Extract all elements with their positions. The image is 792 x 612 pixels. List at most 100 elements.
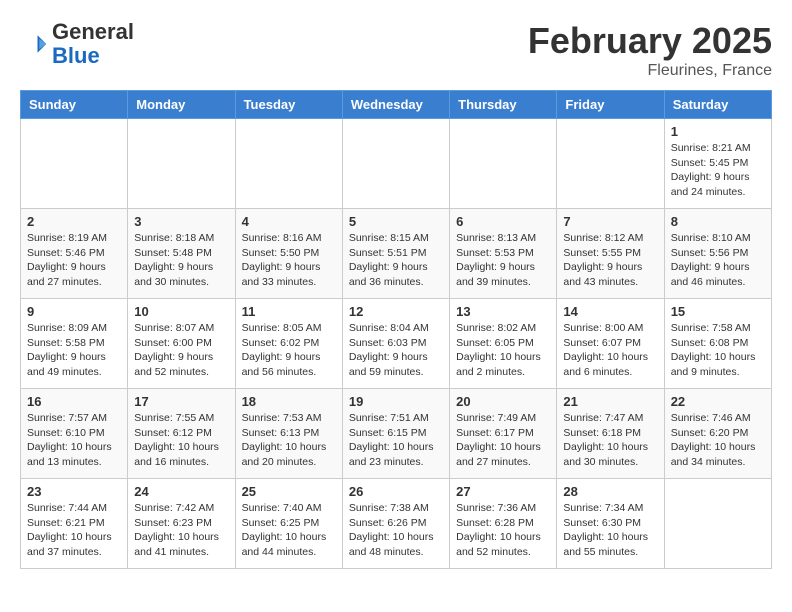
day-number: 21 xyxy=(563,394,657,409)
calendar-cell: 15Sunrise: 7:58 AM Sunset: 6:08 PM Dayli… xyxy=(664,299,771,389)
calendar-cell: 25Sunrise: 7:40 AM Sunset: 6:25 PM Dayli… xyxy=(235,479,342,569)
day-info: Sunrise: 7:36 AM Sunset: 6:28 PM Dayligh… xyxy=(456,501,550,560)
day-number: 11 xyxy=(242,304,336,319)
day-info: Sunrise: 7:57 AM Sunset: 6:10 PM Dayligh… xyxy=(27,411,121,470)
day-number: 2 xyxy=(27,214,121,229)
day-info: Sunrise: 8:02 AM Sunset: 6:05 PM Dayligh… xyxy=(456,321,550,380)
title-block: February 2025 Fleurines, France xyxy=(528,20,772,80)
day-number: 9 xyxy=(27,304,121,319)
column-header-wednesday: Wednesday xyxy=(342,91,449,119)
day-info: Sunrise: 8:04 AM Sunset: 6:03 PM Dayligh… xyxy=(349,321,443,380)
column-header-thursday: Thursday xyxy=(450,91,557,119)
day-number: 1 xyxy=(671,124,765,139)
day-number: 6 xyxy=(456,214,550,229)
day-number: 15 xyxy=(671,304,765,319)
day-number: 5 xyxy=(349,214,443,229)
day-info: Sunrise: 8:15 AM Sunset: 5:51 PM Dayligh… xyxy=(349,231,443,290)
day-number: 14 xyxy=(563,304,657,319)
calendar-cell: 11 Sunrise: 8:05 AM Sunset: 6:02 PM Dayli… xyxy=(235,299,342,389)
day-info: Sunrise: 7:42 AM Sunset: 6:23 PM Dayligh… xyxy=(134,501,228,560)
calendar-cell: 10Sunrise: 8:07 AM Sunset: 6:00 PM Dayli… xyxy=(128,299,235,389)
day-info: Sunrise: 7:53 AM Sunset: 6:13 PM Dayligh… xyxy=(242,411,336,470)
day-info: Sunrise: 8:21 AM Sunset: 5:45 PM Dayligh… xyxy=(671,141,765,200)
calendar-cell: 18Sunrise: 7:53 AM Sunset: 6:13 PM Dayli… xyxy=(235,389,342,479)
column-header-monday: Monday xyxy=(128,91,235,119)
calendar-cell: 7Sunrise: 8:12 AM Sunset: 5:55 PM Daylig… xyxy=(557,209,664,299)
calendar-week-5: 23Sunrise: 7:44 AM Sunset: 6:21 PM Dayli… xyxy=(21,479,772,569)
calendar-table: SundayMondayTuesdayWednesdayThursdayFrid… xyxy=(20,90,772,569)
calendar-cell xyxy=(235,119,342,209)
logo-icon xyxy=(20,30,48,58)
column-header-sunday: Sunday xyxy=(21,91,128,119)
calendar-cell: 8Sunrise: 8:10 AM Sunset: 5:56 PM Daylig… xyxy=(664,209,771,299)
day-info: Sunrise: 7:46 AM Sunset: 6:20 PM Dayligh… xyxy=(671,411,765,470)
day-info: Sunrise: 7:51 AM Sunset: 6:15 PM Dayligh… xyxy=(349,411,443,470)
calendar-week-2: 2 Sunrise: 8:19 AM Sunset: 5:46 PM Daylig… xyxy=(21,209,772,299)
day-number: 20 xyxy=(456,394,550,409)
day-info: Sunrise: 7:55 AM Sunset: 6:12 PM Dayligh… xyxy=(134,411,228,470)
column-header-friday: Friday xyxy=(557,91,664,119)
day-info: Sunrise: 8:18 AM Sunset: 5:48 PM Dayligh… xyxy=(134,231,228,290)
day-info: Sunrise: 8:10 AM Sunset: 5:56 PM Dayligh… xyxy=(671,231,765,290)
calendar-cell: 21 Sunrise: 7:47 AM Sunset: 6:18 PM Dayli… xyxy=(557,389,664,479)
day-number: 23 xyxy=(27,484,121,499)
calendar-cell: 9 Sunrise: 8:09 AM Sunset: 5:58 PM Daylig… xyxy=(21,299,128,389)
logo-blue-text: Blue xyxy=(52,43,100,68)
logo: General Blue xyxy=(20,20,134,68)
day-info: Sunrise: 7:49 AM Sunset: 6:17 PM Dayligh… xyxy=(456,411,550,470)
day-info: Sunrise: 8:16 AM Sunset: 5:50 PM Dayligh… xyxy=(242,231,336,290)
day-info: Sunrise: 8:07 AM Sunset: 6:00 PM Dayligh… xyxy=(134,321,228,380)
day-number: 27 xyxy=(456,484,550,499)
day-info: Sunrise: 7:47 AM Sunset: 6:18 PM Dayligh… xyxy=(563,411,657,470)
day-number: 19 xyxy=(349,394,443,409)
day-number: 26 xyxy=(349,484,443,499)
calendar-cell: 26 Sunrise: 7:38 AM Sunset: 6:26 PM Dayli… xyxy=(342,479,449,569)
day-number: 7 xyxy=(563,214,657,229)
day-number: 4 xyxy=(242,214,336,229)
calendar-cell xyxy=(21,119,128,209)
column-header-saturday: Saturday xyxy=(664,91,771,119)
day-number: 22 xyxy=(671,394,765,409)
calendar-cell: 27 Sunrise: 7:36 AM Sunset: 6:28 PM Dayli… xyxy=(450,479,557,569)
calendar-cell: 28Sunrise: 7:34 AM Sunset: 6:30 PM Dayli… xyxy=(557,479,664,569)
calendar-cell: 19 Sunrise: 7:51 AM Sunset: 6:15 PM Dayli… xyxy=(342,389,449,479)
page-header: General Blue February 2025 Fleurines, Fr… xyxy=(20,20,772,80)
calendar-cell xyxy=(664,479,771,569)
day-number: 16 xyxy=(27,394,121,409)
calendar-cell: 17 Sunrise: 7:55 AM Sunset: 6:12 PM Dayli… xyxy=(128,389,235,479)
calendar-week-1: 1 Sunrise: 8:21 AM Sunset: 5:45 PM Daylig… xyxy=(21,119,772,209)
day-number: 17 xyxy=(134,394,228,409)
day-info: Sunrise: 7:34 AM Sunset: 6:30 PM Dayligh… xyxy=(563,501,657,560)
calendar-cell: 16 Sunrise: 7:57 AM Sunset: 6:10 PM Dayli… xyxy=(21,389,128,479)
calendar-week-3: 9 Sunrise: 8:09 AM Sunset: 5:58 PM Daylig… xyxy=(21,299,772,389)
calendar-cell: 4 Sunrise: 8:16 AM Sunset: 5:50 PM Daylig… xyxy=(235,209,342,299)
day-info: Sunrise: 8:09 AM Sunset: 5:58 PM Dayligh… xyxy=(27,321,121,380)
calendar-cell xyxy=(342,119,449,209)
logo-general-text: General xyxy=(52,19,134,44)
calendar-cell: 20 Sunrise: 7:49 AM Sunset: 6:17 PM Dayli… xyxy=(450,389,557,479)
day-info: Sunrise: 8:13 AM Sunset: 5:53 PM Dayligh… xyxy=(456,231,550,290)
calendar-cell: 1 Sunrise: 8:21 AM Sunset: 5:45 PM Daylig… xyxy=(664,119,771,209)
month-title: February 2025 xyxy=(528,20,772,62)
calendar-cell: 22 Sunrise: 7:46 AM Sunset: 6:20 PM Dayli… xyxy=(664,389,771,479)
calendar-cell: 12 Sunrise: 8:04 AM Sunset: 6:03 PM Dayli… xyxy=(342,299,449,389)
calendar-cell: 3 Sunrise: 8:18 AM Sunset: 5:48 PM Daylig… xyxy=(128,209,235,299)
calendar-cell: 14Sunrise: 8:00 AM Sunset: 6:07 PM Dayli… xyxy=(557,299,664,389)
calendar-cell: 13 Sunrise: 8:02 AM Sunset: 6:05 PM Dayli… xyxy=(450,299,557,389)
calendar-cell: 2 Sunrise: 8:19 AM Sunset: 5:46 PM Daylig… xyxy=(21,209,128,299)
day-number: 12 xyxy=(349,304,443,319)
calendar-cell xyxy=(128,119,235,209)
column-header-tuesday: Tuesday xyxy=(235,91,342,119)
calendar-header-row: SundayMondayTuesdayWednesdayThursdayFrid… xyxy=(21,91,772,119)
day-number: 3 xyxy=(134,214,228,229)
calendar-cell xyxy=(450,119,557,209)
calendar-week-4: 16 Sunrise: 7:57 AM Sunset: 6:10 PM Dayli… xyxy=(21,389,772,479)
day-info: Sunrise: 8:19 AM Sunset: 5:46 PM Dayligh… xyxy=(27,231,121,290)
day-info: Sunrise: 8:05 AM Sunset: 6:02 PM Dayligh… xyxy=(242,321,336,380)
calendar-cell: 24Sunrise: 7:42 AM Sunset: 6:23 PM Dayli… xyxy=(128,479,235,569)
day-number: 13 xyxy=(456,304,550,319)
day-info: Sunrise: 7:38 AM Sunset: 6:26 PM Dayligh… xyxy=(349,501,443,560)
location-text: Fleurines, France xyxy=(528,62,772,80)
calendar-cell xyxy=(557,119,664,209)
day-info: Sunrise: 7:40 AM Sunset: 6:25 PM Dayligh… xyxy=(242,501,336,560)
